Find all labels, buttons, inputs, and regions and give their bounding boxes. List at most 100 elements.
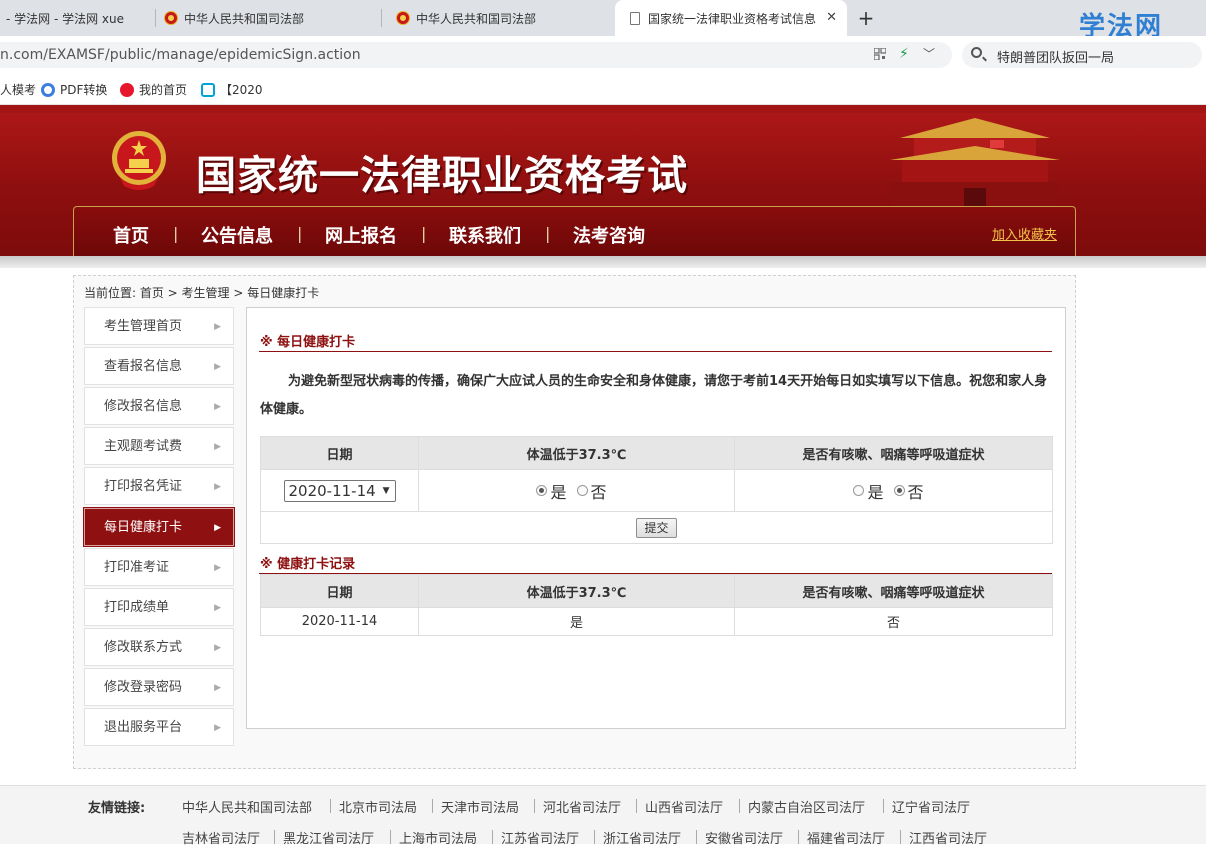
- bookmark-item[interactable]: 人模考: [0, 81, 36, 98]
- sidebar-item-label: 修改登录密码: [104, 680, 183, 695]
- nav-online-registration[interactable]: 网上报名: [325, 222, 397, 248]
- footer-link[interactable]: 安徽省司法厅: [705, 828, 783, 847]
- symptoms-cell: 是否: [734, 469, 1053, 512]
- link-divider: [636, 799, 637, 813]
- browser-tab[interactable]: - 学法网 - 学法网 xue: [0, 0, 156, 36]
- link-divider: [534, 799, 535, 813]
- bookmark-item[interactable]: 【2020: [201, 81, 263, 98]
- bookmark-label: 我的首页: [139, 83, 188, 97]
- nav-separator: |: [545, 224, 551, 243]
- breadcrumb: 当前位置: 首页 > 考生管理 > 每日健康打卡: [84, 286, 320, 300]
- date-cell: 2020-11-14 ▼: [260, 469, 419, 512]
- sidebar-item-print-scores[interactable]: 打印成绩单 ▶: [84, 588, 234, 626]
- triangle-right-icon: ▶: [214, 322, 221, 332]
- footer-link[interactable]: 河北省司法厅: [543, 797, 621, 816]
- link-divider: [696, 830, 697, 844]
- footer-link[interactable]: 浙江省司法厅: [603, 828, 681, 847]
- chevron-down-icon[interactable]: ﹀: [923, 45, 935, 62]
- footer-link[interactable]: 天津市司法局: [441, 797, 519, 816]
- submit-button[interactable]: 提交: [636, 517, 677, 538]
- sidebar-item-label: 打印报名凭证: [104, 479, 183, 494]
- column-header-symptoms: 是否有咳嗽、咽痛等呼吸道症状: [734, 436, 1053, 470]
- sidebar-item-subjective-fee[interactable]: 主观题考试费 ▶: [84, 427, 234, 465]
- sidebar-item-logout[interactable]: 退出服务平台 ▶: [84, 708, 234, 746]
- nav-home[interactable]: 首页: [113, 222, 149, 248]
- column-header-symptoms: 是否有咳嗽、咽痛等呼吸道症状: [734, 574, 1053, 608]
- footer-link[interactable]: 江苏省司法厅: [501, 828, 579, 847]
- sidebar-item-label: 修改报名信息: [104, 399, 183, 414]
- footer-link[interactable]: 黑龙江省司法厅: [283, 828, 374, 847]
- symptoms-yes-radio[interactable]: [853, 485, 865, 496]
- link-divider: [739, 799, 740, 813]
- header-shadow-strip: [0, 256, 1206, 268]
- qr-code-icon[interactable]: [874, 48, 886, 60]
- close-tab-icon[interactable]: ✕: [826, 10, 837, 25]
- nav-contact-us[interactable]: 联系我们: [449, 222, 521, 248]
- records-table: 日期 体温低于37.3℃ 是否有咳嗽、咽痛等呼吸道症状 2020-11-14 是…: [260, 574, 1053, 636]
- sidebar-item-exam-home[interactable]: 考生管理首页 ▶: [84, 307, 234, 345]
- symptoms-no-radio[interactable]: [893, 485, 905, 496]
- footer-link[interactable]: 北京市司法局: [339, 797, 417, 816]
- link-divider: [798, 830, 799, 844]
- sidebar-item-label: 每日健康打卡: [104, 520, 183, 535]
- link-divider: [330, 799, 331, 813]
- triangle-right-icon: ▶: [214, 723, 221, 733]
- sidebar-item-label: 考生管理首页: [104, 319, 183, 334]
- bookmark-label: PDF转换: [60, 83, 108, 97]
- column-header-date: 日期: [260, 436, 419, 470]
- sidebar-item-edit-contact[interactable]: 修改联系方式 ▶: [84, 628, 234, 666]
- caret-down-icon: ▼: [382, 485, 390, 496]
- triangle-right-icon: ▶: [214, 482, 221, 492]
- footer-link[interactable]: 上海市司法局: [399, 828, 477, 847]
- lightning-icon[interactable]: ⚡: [899, 46, 909, 62]
- table-row: 2020-11-14 是 否: [260, 607, 1053, 636]
- records-title: ※ 健康打卡记录: [260, 557, 356, 572]
- sidebar-item-label: 打印成绩单: [104, 600, 170, 615]
- sidebar-item-print-registration[interactable]: 打印报名凭证 ▶: [84, 467, 234, 505]
- sidebar-item-edit-registration[interactable]: 修改报名信息 ▶: [84, 387, 234, 425]
- sidebar-item-label: 查看报名信息: [104, 359, 183, 374]
- temperature-no-radio[interactable]: [576, 485, 588, 496]
- footer-link[interactable]: 内蒙古自治区司法厅: [748, 797, 865, 816]
- triangle-right-icon: ▶: [214, 523, 221, 533]
- footer-link[interactable]: 中华人民共和国司法部: [182, 797, 312, 816]
- footer-link[interactable]: 福建省司法厅: [807, 828, 885, 847]
- nav-separator: |: [173, 224, 179, 243]
- bookmark-item[interactable]: PDF转换: [41, 81, 107, 98]
- radio-label: 是: [867, 482, 884, 502]
- temperature-yes-radio[interactable]: [536, 485, 548, 496]
- sidebar-item-print-admission[interactable]: 打印准考证 ▶: [84, 548, 234, 586]
- date-select[interactable]: 2020-11-14 ▼: [283, 479, 396, 502]
- sidebar-item-change-password[interactable]: 修改登录密码 ▶: [84, 668, 234, 706]
- column-header-temperature: 体温低于37.3℃: [418, 574, 735, 608]
- date-select-value: 2020-11-14: [288, 481, 376, 500]
- footer-link[interactable]: 江西省司法厅: [909, 828, 987, 847]
- footer-link[interactable]: 吉林省司法厅: [182, 828, 260, 847]
- footer-link[interactable]: 辽宁省司法厅: [892, 797, 970, 816]
- sidebar-item-view-registration[interactable]: 查看报名信息 ▶: [84, 347, 234, 385]
- bookmark-label: 人模考: [0, 83, 37, 97]
- link-divider: [390, 830, 391, 844]
- tab-title: 国家统一法律职业资格考试信息: [648, 11, 817, 26]
- new-tab-icon[interactable]: +: [856, 6, 876, 30]
- record-date: 2020-11-14: [260, 607, 419, 636]
- nav-announcements[interactable]: 公告信息: [201, 222, 273, 248]
- bilibili-icon: [201, 82, 215, 97]
- weibo-icon: [120, 82, 134, 97]
- nav-exam-consult[interactable]: 法考咨询: [573, 222, 645, 248]
- browser-tab[interactable]: 中华人民共和国司法部: [150, 0, 382, 36]
- search-query-text[interactable]: 特朗普团队扳回一局: [997, 47, 1167, 66]
- url-text[interactable]: n.com/EXAMSF/public/manage/epidemicSign.…: [0, 47, 361, 63]
- column-header-date: 日期: [260, 574, 419, 608]
- sidebar-item-daily-health[interactable]: 每日健康打卡 ▶: [83, 507, 235, 547]
- footer-link[interactable]: 山西省司法厅: [645, 797, 723, 816]
- health-notice: 为避免新型冠状病毒的传播，确保广大应试人员的生命安全和身体健康，请您于考前14天…: [260, 374, 1048, 417]
- add-favorite-link[interactable]: 加入收藏夹: [992, 224, 1057, 243]
- browser-tab-active[interactable]: 国家统一法律职业资格考试信息 ✕: [615, 0, 847, 36]
- record-symptoms: 否: [734, 607, 1053, 636]
- pdf-converter-icon: [41, 82, 55, 97]
- triangle-right-icon: ▶: [214, 362, 221, 372]
- bookmark-item[interactable]: 我的首页: [120, 81, 187, 98]
- browser-tab[interactable]: 中华人民共和国司法部: [382, 0, 615, 36]
- search-icon: [971, 47, 982, 58]
